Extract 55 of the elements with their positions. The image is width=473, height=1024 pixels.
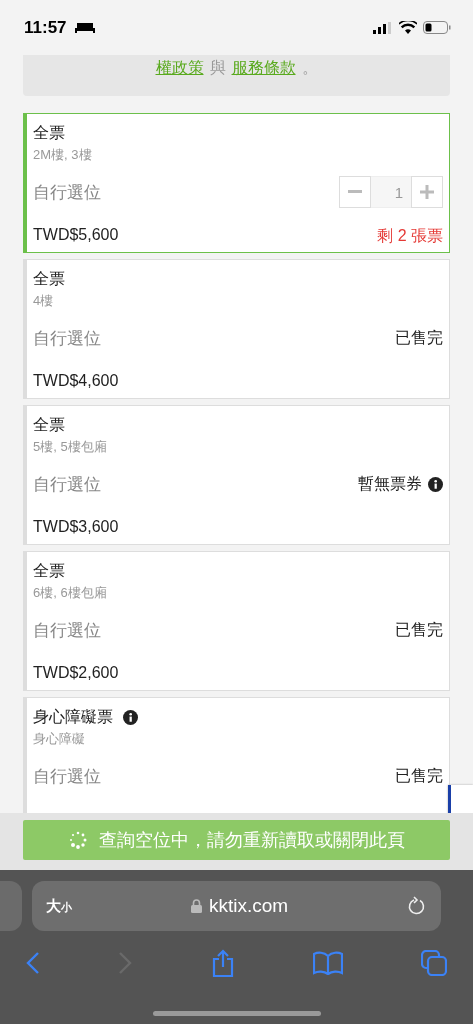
seat-mode: 自行選位: [33, 181, 101, 204]
previous-tab[interactable]: [0, 881, 22, 931]
availability-status: 已售完: [395, 619, 443, 640]
minus-icon: [348, 190, 362, 194]
ticket-card[interactable]: 全票 6樓, 6樓包廂 自行選位 已售完 TWD$2,600: [23, 551, 450, 691]
battery-icon: [423, 21, 451, 34]
availability-status: 暫無票券: [358, 473, 422, 494]
plus-button[interactable]: [411, 176, 443, 208]
period-text: 。: [301, 58, 318, 78]
joiner-text: 與: [209, 58, 226, 78]
ticket-area: 身心障礙: [33, 730, 443, 748]
url-text: kktix.com: [208, 895, 289, 917]
info-icon[interactable]: [123, 710, 138, 725]
text-size-button[interactable]: 大小: [46, 896, 72, 916]
ticket-card[interactable]: 全票 2M樓, 3樓 自行選位 1 TWD$5,600 剩 2 張票: [23, 113, 450, 253]
seat-mode: 自行選位: [33, 327, 101, 350]
ticket-area: 6樓, 6樓包廂: [33, 584, 443, 602]
recaptcha-badge[interactable]: [448, 785, 473, 813]
plus-icon: [420, 185, 434, 199]
ticket-price: TWD$2,600: [33, 664, 119, 682]
tabs-icon[interactable]: [421, 950, 447, 976]
reload-icon[interactable]: [407, 896, 427, 916]
ticket-name: 全票: [33, 123, 65, 143]
signal-icon: [373, 21, 393, 34]
minus-button[interactable]: [339, 176, 371, 208]
ticket-area: 2M樓, 3樓: [33, 146, 443, 164]
seat-mode: 自行選位: [33, 619, 101, 642]
ticket-name: 全票: [33, 415, 65, 435]
ticket-area: 5樓, 5樓包廂: [33, 438, 443, 456]
wifi-icon: [399, 21, 417, 34]
remaining-count: 剩 2 張票: [377, 226, 443, 246]
ticket-card[interactable]: 身心障礙票 身心障礙 自行選位 已售完: [23, 697, 450, 813]
ticket-price: TWD$5,600: [33, 226, 119, 245]
availability-status: 已售完: [395, 765, 443, 786]
ticket-price: TWD$4,600: [33, 372, 119, 390]
info-icon[interactable]: [428, 476, 443, 492]
ticket-area: 4樓: [33, 292, 443, 310]
seat-mode: 自行選位: [33, 765, 101, 788]
lock-icon: [190, 899, 202, 913]
back-icon[interactable]: [26, 951, 40, 975]
bed-icon: [74, 21, 95, 34]
ticket-card[interactable]: 全票 5樓, 5樓包廂 自行選位 暫無票券 TWD$3,600: [23, 405, 450, 545]
ticket-name: 身心障礙票: [33, 707, 113, 727]
availability-status: 已售完: [395, 327, 443, 348]
clock: 11:57: [24, 17, 67, 38]
book-icon[interactable]: [312, 951, 343, 975]
ticket-card[interactable]: 全票 4樓 自行選位 已售完 TWD$4,600: [23, 259, 450, 399]
ticket-price: TWD$3,600: [33, 518, 119, 536]
address-bar[interactable]: 大小 kktix.com: [32, 881, 441, 931]
spinner-icon: [68, 831, 87, 849]
loading-message: 查詢空位中，請勿重新讀取或關閉此頁: [98, 829, 405, 852]
ticket-name: 全票: [33, 269, 65, 289]
share-icon[interactable]: [210, 949, 235, 977]
seat-mode: 自行選位: [33, 473, 101, 496]
ticket-name: 全票: [33, 561, 65, 581]
